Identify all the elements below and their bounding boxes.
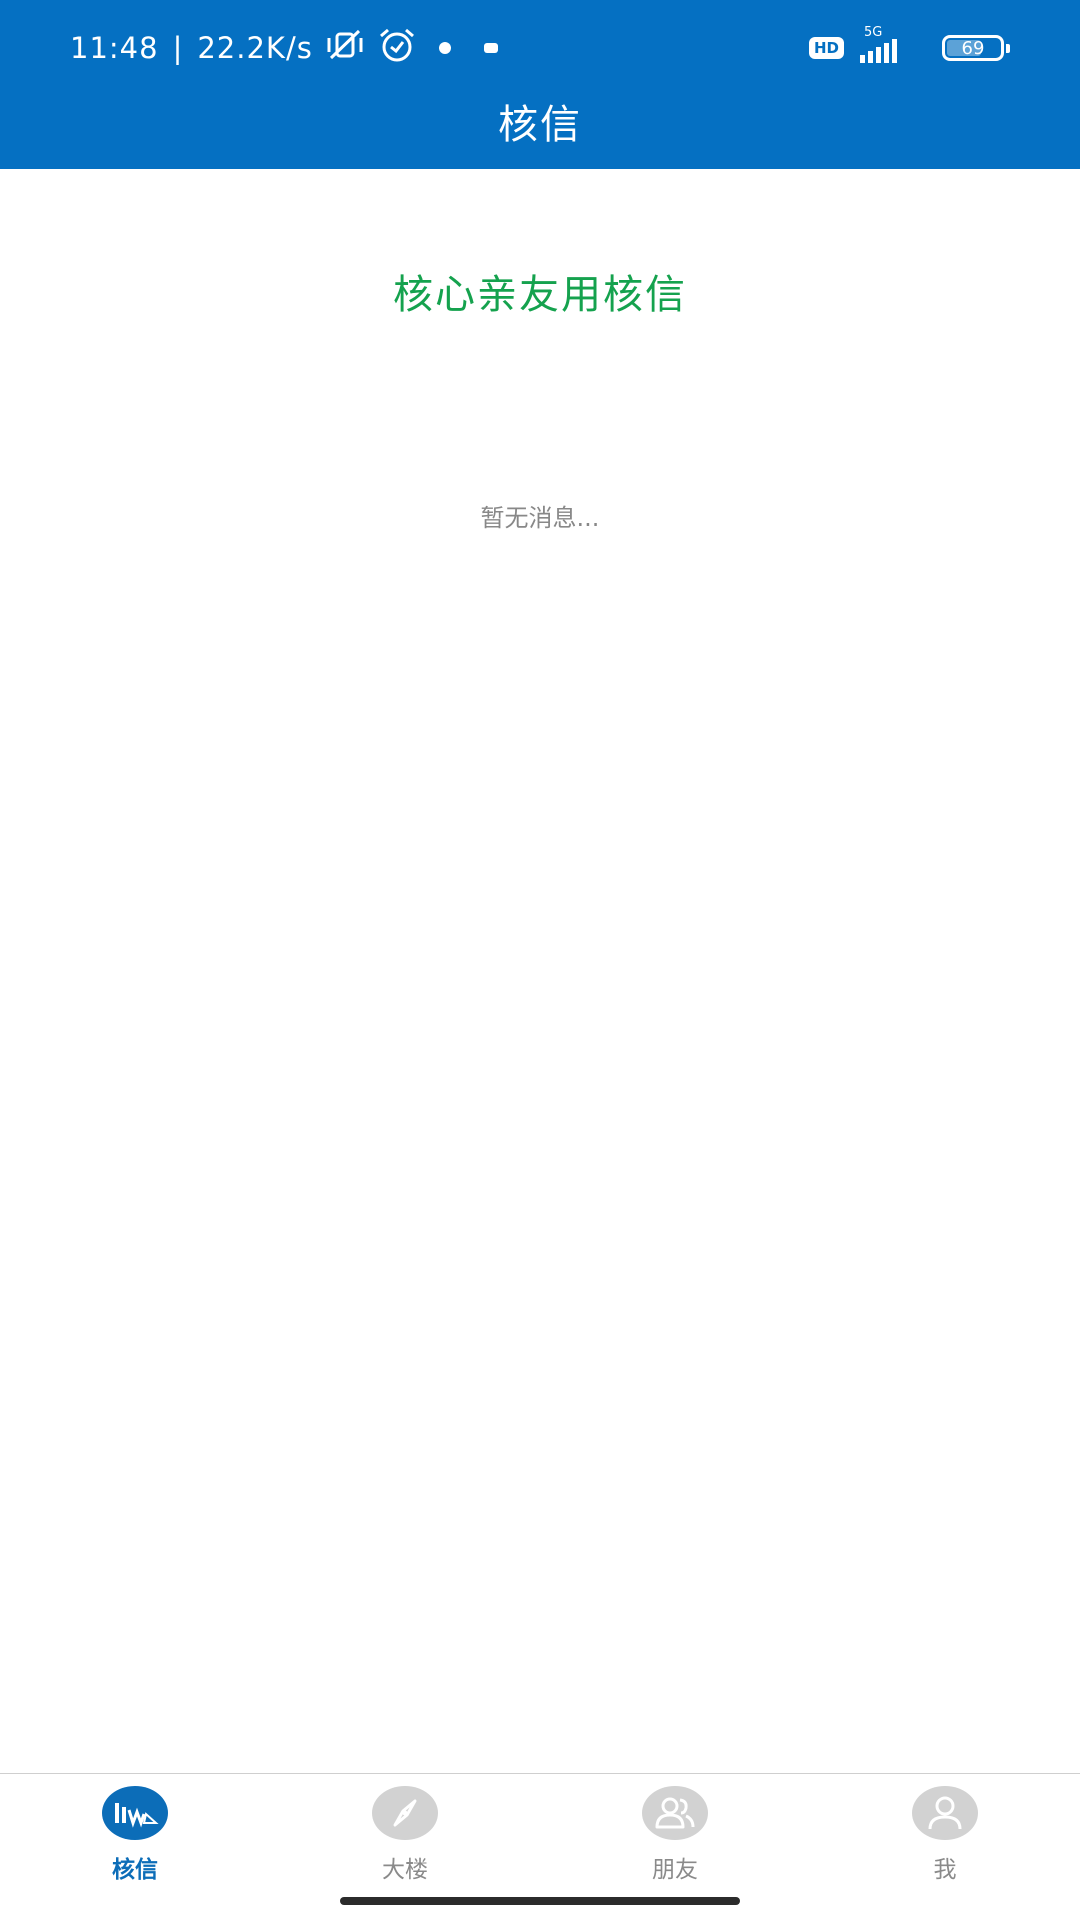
status-bar-left: 11:48 | 22.2K/s	[70, 28, 509, 68]
home-indicator[interactable]	[340, 1897, 740, 1905]
hexin-logo-icon	[102, 1786, 168, 1840]
user-icon	[912, 1786, 978, 1840]
hd-badge: HD	[808, 37, 844, 59]
status-separator: |	[172, 31, 184, 65]
notification-icon	[473, 31, 509, 65]
compass-icon	[372, 1786, 438, 1840]
top-bar: 11:48 | 22.2K/s HD 5G 69 核信	[0, 0, 1080, 169]
signal-icon: 5G	[860, 25, 926, 65]
net-speed: 22.2K/s	[197, 31, 313, 65]
tab-friends[interactable]: 朋友	[600, 1786, 750, 1886]
tab-label: 朋友	[652, 1857, 698, 1883]
status-bar-right: HD 5G 69	[808, 25, 1010, 68]
status-time: 11:48	[70, 31, 159, 65]
tab-hexin[interactable]: 核信	[60, 1786, 210, 1886]
tab-building[interactable]: 大楼	[330, 1786, 480, 1886]
tab-label: 大楼	[382, 1857, 428, 1883]
screen: 11:48 | 22.2K/s HD 5G 69 核信 核心亲友用核信 暂无消息…	[0, 0, 1080, 1920]
network-type: 5G	[864, 25, 883, 40]
tab-label: 我	[933, 1857, 957, 1883]
tab-me[interactable]: 我	[870, 1786, 1020, 1886]
empty-message: 暂无消息...	[480, 504, 600, 532]
vibrate-off-icon	[323, 28, 367, 69]
alarm-icon	[377, 27, 417, 70]
tab-label: 核信	[112, 1857, 158, 1883]
notification-icon	[427, 31, 463, 65]
page-title: 核信	[498, 102, 582, 148]
friends-icon	[642, 1786, 708, 1840]
slogan: 核心亲友用核信	[393, 272, 687, 318]
battery-icon: 69	[942, 35, 1010, 61]
battery-level: 69	[961, 37, 985, 59]
